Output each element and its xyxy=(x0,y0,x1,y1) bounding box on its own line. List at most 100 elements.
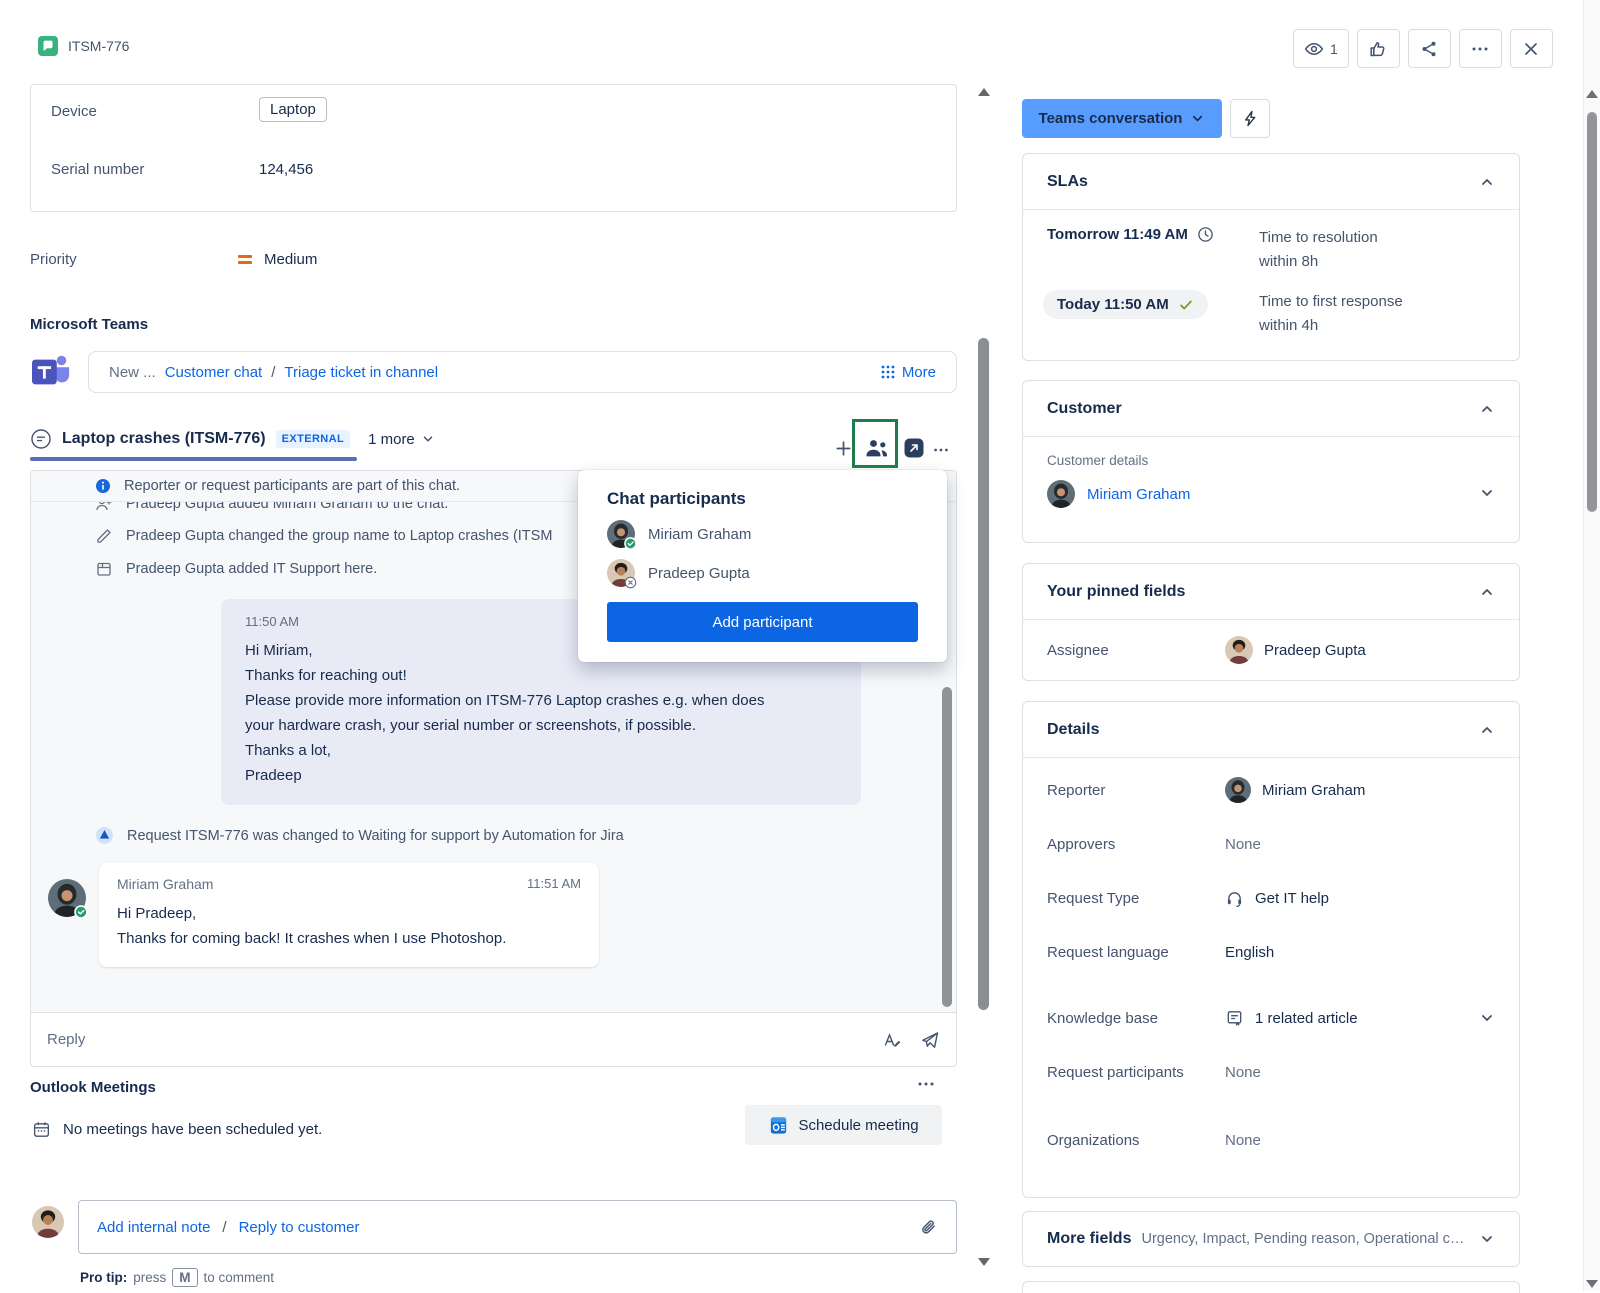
automation-system-message: Request ITSM-776 was changed to Waiting … xyxy=(95,826,624,845)
panel-scrollbar-thumb[interactable] xyxy=(978,338,989,1010)
sla-row: Tomorrow 11:49 AM Time to resolution wit… xyxy=(1047,226,1495,274)
more-tabs-dropdown[interactable]: 1 more xyxy=(368,431,435,448)
avatar-pradeep xyxy=(607,559,635,587)
popup-title: Chat participants xyxy=(607,489,918,509)
customer-name-link[interactable]: Miriam Graham xyxy=(1087,486,1190,503)
priority-value[interactable]: Medium xyxy=(264,251,317,268)
schedule-meeting-label: Schedule meeting xyxy=(798,1117,918,1134)
details-title: Details xyxy=(1047,721,1099,739)
message-line: Pradeep xyxy=(245,763,837,788)
message-line: Thanks for reaching out! xyxy=(245,663,837,688)
pro-tip: Pro tip: press M to comment xyxy=(80,1268,274,1287)
avatar-miriam xyxy=(48,879,86,917)
pinned-fields-title: Your pinned fields xyxy=(1047,583,1185,601)
issue-header: ITSM-776 xyxy=(38,36,129,56)
teams-new-label: New ... xyxy=(109,364,156,381)
expand-more-fields-icon[interactable] xyxy=(1479,1231,1495,1247)
collapse-icon[interactable] xyxy=(1479,722,1495,738)
check-icon xyxy=(1178,297,1194,313)
details-row-reporter: Reporter Miriam Graham xyxy=(1047,776,1495,804)
more-fields-label: More fields xyxy=(1047,1230,1131,1248)
reporter-value[interactable]: Miriam Graham xyxy=(1225,777,1365,803)
scroll-down-arrow[interactable] xyxy=(978,1258,990,1266)
assignee-label: Assignee xyxy=(1047,642,1225,659)
window-scrollbar[interactable] xyxy=(1583,0,1600,1291)
message-author: Miriam Graham xyxy=(117,876,213,892)
knowledge-base-value[interactable]: 1 related article xyxy=(1225,1009,1358,1028)
chat-tab-title[interactable]: Laptop crashes (ITSM-776) xyxy=(62,430,266,448)
more-actions-button[interactable] xyxy=(1459,29,1502,68)
reply-to-customer-link[interactable]: Reply to customer xyxy=(239,1219,360,1236)
sla-due: Tomorrow 11:49 AM xyxy=(1047,226,1188,243)
window-scrollbar-thumb[interactable] xyxy=(1587,112,1597,512)
close-button[interactable] xyxy=(1510,29,1553,68)
share-button[interactable] xyxy=(1408,29,1451,68)
message-line: Please provide more information on ITSM-… xyxy=(245,688,837,713)
watch-button[interactable]: 1 xyxy=(1293,29,1349,68)
reply-input[interactable] xyxy=(47,1031,864,1048)
outlook-more-button[interactable] xyxy=(916,1074,936,1094)
assignee-value[interactable]: Pradeep Gupta xyxy=(1225,636,1366,664)
scroll-up-arrow[interactable] xyxy=(978,88,990,96)
details-row-organizations: Organizations None xyxy=(1047,1126,1495,1154)
schedule-meeting-button[interactable]: Schedule meeting xyxy=(745,1105,942,1145)
expand-knowledge-icon[interactable] xyxy=(1479,1010,1495,1026)
teams-conversation-dropdown[interactable]: Teams conversation xyxy=(1022,99,1222,138)
request-type-value[interactable]: Get IT help xyxy=(1225,889,1329,908)
format-text-icon[interactable] xyxy=(882,1030,902,1050)
knowledge-base-count: 1 related article xyxy=(1255,1010,1358,1027)
sla-name: Time to resolution xyxy=(1259,226,1378,250)
issue-key[interactable]: ITSM-776 xyxy=(68,38,129,54)
comment-composer[interactable]: Add internal note / Reply to customer xyxy=(78,1200,957,1254)
customer-chat-link[interactable]: Customer chat xyxy=(165,364,263,381)
pro-tip-suffix: to comment xyxy=(204,1270,275,1285)
request-participants-value[interactable]: None xyxy=(1225,1064,1261,1081)
message-line: Thanks for coming back! It crashes when … xyxy=(117,926,581,951)
avatar-pradeep xyxy=(32,1206,64,1238)
more-fields-summary: Urgency, Impact, Pending reason, Operati… xyxy=(1141,1231,1469,1247)
add-participant-button[interactable]: Add participant xyxy=(607,602,918,642)
device-card: Device Laptop Serial number 124,456 xyxy=(30,84,957,212)
expand-customer-icon[interactable] xyxy=(1479,485,1495,501)
triage-ticket-link[interactable]: Triage ticket in channel xyxy=(284,364,438,381)
outlook-calendar-icon xyxy=(768,1115,789,1136)
incoming-message-bubble: Miriam Graham 11:51 AM Hi Pradeep, Thank… xyxy=(99,863,599,967)
scroll-up-arrow[interactable] xyxy=(1586,90,1598,98)
paperclip-icon[interactable] xyxy=(919,1218,938,1237)
chat-participants-button[interactable] xyxy=(864,436,890,460)
customer-title: Customer xyxy=(1047,400,1122,418)
pro-tip-press: press xyxy=(133,1270,166,1285)
add-internal-note-link[interactable]: Add internal note xyxy=(97,1219,210,1236)
collapse-icon[interactable] xyxy=(1479,401,1495,417)
reporter-label: Reporter xyxy=(1047,782,1225,799)
more-fields-card[interactable]: More fields Urgency, Impact, Pending rea… xyxy=(1022,1211,1520,1267)
panel-scrollbar[interactable] xyxy=(976,84,992,1270)
keyboard-key-m: M xyxy=(172,1268,197,1287)
open-in-teams-button[interactable] xyxy=(903,437,925,459)
composer-separator: / xyxy=(222,1219,226,1236)
device-value-chip[interactable]: Laptop xyxy=(259,97,327,122)
details-row-knowledge-base: Knowledge base 1 related article xyxy=(1047,1004,1495,1032)
request-language-value[interactable]: English xyxy=(1225,944,1274,961)
automation-icon xyxy=(95,826,114,845)
teams-more-button[interactable]: More xyxy=(881,364,936,381)
approvers-value[interactable]: None xyxy=(1225,836,1261,853)
add-chat-button[interactable] xyxy=(833,438,854,459)
ellipsis-icon xyxy=(1470,39,1490,59)
like-button[interactable] xyxy=(1357,29,1400,68)
send-icon[interactable] xyxy=(920,1030,940,1050)
collapse-icon[interactable] xyxy=(1479,584,1495,600)
priority-row: Priority Medium xyxy=(30,251,317,268)
serial-value[interactable]: 124,456 xyxy=(259,161,313,178)
top-action-bar: 1 xyxy=(1293,29,1553,68)
automation-shortcut-button[interactable] xyxy=(1230,99,1270,138)
priority-medium-icon xyxy=(238,252,252,267)
collapse-icon[interactable] xyxy=(1479,174,1495,190)
sla-name: Time to first response xyxy=(1259,290,1403,314)
chat-more-button[interactable] xyxy=(932,441,950,459)
organizations-value[interactable]: None xyxy=(1225,1132,1261,1149)
grid-icon xyxy=(881,365,895,379)
scroll-down-arrow[interactable] xyxy=(1586,1280,1598,1288)
avatar-miriam xyxy=(607,520,635,548)
chat-scrollbar-thumb[interactable] xyxy=(942,687,952,1007)
